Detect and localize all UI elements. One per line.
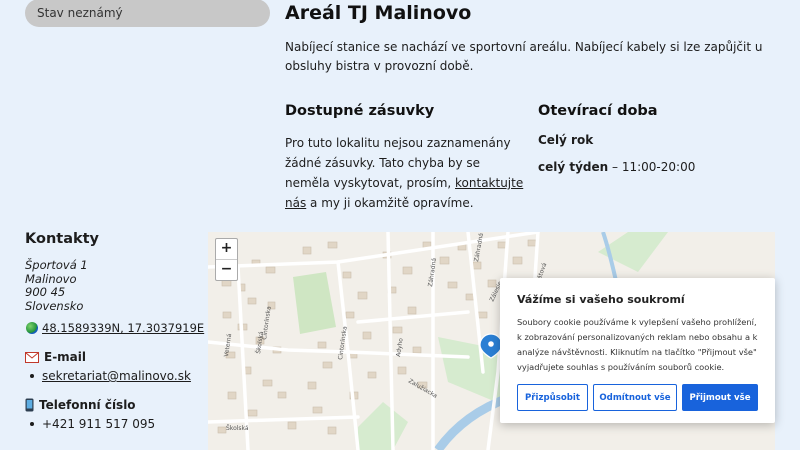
email-icon <box>25 351 39 363</box>
sockets-heading: Dostupné zásuvky <box>285 103 435 119</box>
intro-text: Nabíjecí stanice se nachází ve sportovní… <box>285 40 763 73</box>
email-heading: E-mail <box>25 350 86 364</box>
coordinates-link[interactable]: 48.1589339N, 17.3037919E <box>42 321 204 335</box>
accept-all-button[interactable]: Přijmout vše <box>682 384 758 411</box>
street-label: Školská <box>226 425 249 432</box>
hours-heading: Otevírací doba <box>538 103 658 119</box>
hours-period: Celý rok <box>538 133 594 147</box>
cookie-text: Soubory cookie používáme k vylepšení vaš… <box>517 317 758 372</box>
hours-time: 11:00-20:00 <box>621 160 696 174</box>
sockets-text-after: a my ji okamžitě opravíme. <box>306 196 474 210</box>
sockets-text: Pro tuto lokalitu nejsou zaznamenány žád… <box>285 133 525 213</box>
email-link[interactable]: sekretariat@malinovo.sk <box>42 369 191 383</box>
reject-all-button[interactable]: Odmítnout vše <box>593 384 677 411</box>
phone-heading: Telefonní číslo <box>25 398 136 412</box>
zoom-out-button[interactable]: − <box>216 259 237 280</box>
cookie-title: Vážíme si vašeho soukromí <box>517 293 685 306</box>
address-line: Slovensko <box>25 298 84 313</box>
bullet-icon <box>30 374 34 378</box>
phone-heading-label: Telefonní číslo <box>39 398 136 412</box>
cookie-consent-dialog: Vážíme si vašeho soukromí Soubory cookie… <box>500 278 775 423</box>
map-zoom-control: + − <box>215 238 238 281</box>
phone-item: +421 911 517 095 <box>30 417 155 431</box>
phone-icon <box>25 398 34 412</box>
contacts-heading: Kontakty <box>25 231 100 247</box>
customize-button[interactable]: Přizpůsobit <box>517 384 588 411</box>
hours-week: celý týden – 11:00-20:00 <box>538 160 695 174</box>
hours-separator: – <box>608 160 622 174</box>
email-item: sekretariat@malinovo.sk <box>30 369 191 383</box>
zoom-in-button[interactable]: + <box>216 239 237 259</box>
address: Športová 1 Malinovo 900 45 Slovensko <box>25 258 88 313</box>
address-line: Športová 1 <box>25 258 88 272</box>
address-line: Malinovo <box>25 271 77 286</box>
status-badge: Stav neznámý <box>25 0 270 27</box>
page-title: Areál TJ Malinovo <box>285 2 472 24</box>
coordinates: 48.1589339N, 17.3037919E <box>26 321 204 335</box>
hours-day-label: celý týden <box>538 160 609 174</box>
address-line: 900 45 <box>25 285 66 299</box>
globe-icon <box>26 322 38 334</box>
bullet-icon <box>30 422 34 426</box>
email-heading-label: E-mail <box>44 350 87 364</box>
phone-number: +421 911 517 095 <box>42 417 156 431</box>
